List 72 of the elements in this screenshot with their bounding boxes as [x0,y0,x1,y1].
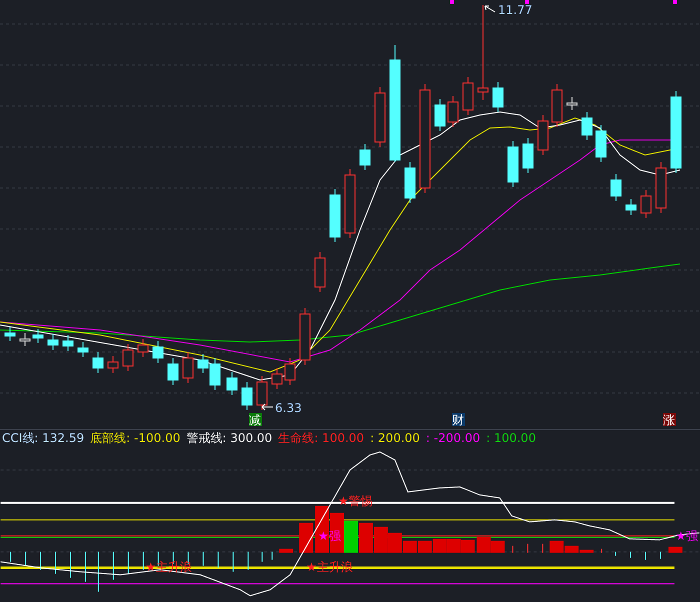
histogram-bar [476,537,491,554]
signal-badge: 财 [452,413,465,427]
histogram-bar [279,549,294,554]
histogram-bar [432,539,447,554]
candlestick [610,174,622,202]
marker-icon [525,0,529,4]
candlestick [314,252,326,292]
candlestick [360,144,370,170]
histogram-bar [418,541,432,554]
signal-label: ★强 [318,529,341,544]
candlestick [626,198,636,216]
candlestick [168,358,178,386]
histogram-bar [460,540,475,554]
histogram-bar [344,521,358,554]
candlestick [434,98,446,132]
legend-item: : 100.00 [486,431,536,446]
candlestick [462,76,474,116]
candlestick [4,326,16,342]
arrow-icon [484,6,496,12]
candlestick [448,96,458,128]
candlestick [20,332,30,346]
candlestick [32,328,44,344]
candlestick [92,352,104,374]
candlestick [596,124,606,162]
marker-icon [450,0,454,4]
candlestick [108,356,118,374]
histogram-bar [299,523,314,554]
legend-item: CCI线: 132.59 [2,430,84,447]
candlestick [374,86,386,148]
legend-item: 生命线: 100.00 [278,430,364,447]
candlestick [226,372,238,396]
candlestick [182,352,194,384]
histogram-bar [358,523,373,554]
signal-badge: 减 [249,413,262,427]
histogram-bar [490,541,505,554]
candlestick [344,168,356,238]
candlestick [522,138,534,174]
price-low-label: 6.33 [275,401,302,415]
candlestick [284,358,296,386]
histogram-bar [374,527,388,554]
marker-icon [673,0,677,4]
candlestick [656,162,666,214]
candlestick [330,188,340,242]
histogram-bar [315,506,330,554]
price-high-label: 11.77 [498,3,532,17]
candlestick [78,342,88,358]
signal-badge: 涨 [663,413,676,427]
candlestick [152,340,164,364]
candlestick [538,114,548,156]
histogram-bar [330,513,344,554]
histogram-bar [446,539,461,554]
candlestick [404,162,416,204]
candlestick [242,382,252,410]
candlestick [256,376,268,410]
legend-item: 警戒线: 300.00 [186,430,272,447]
candlestick [640,190,652,218]
histogram-bar [668,547,682,554]
candlestick [300,308,310,366]
candlestick [62,334,74,352]
candlestick [566,96,578,110]
candlestick [272,368,282,390]
candlestick [122,344,134,372]
candlestick [552,84,562,128]
legend-item: : -200.00 [426,431,480,446]
arrow-icon [262,404,274,410]
candlestick [48,334,58,350]
candlestick [508,140,518,188]
legend-item: 底部线: -100.00 [90,430,180,447]
candlestick [138,338,148,358]
legend-item: : 200.00 [370,431,420,446]
candlestick [492,82,504,112]
candlestick [582,112,592,140]
